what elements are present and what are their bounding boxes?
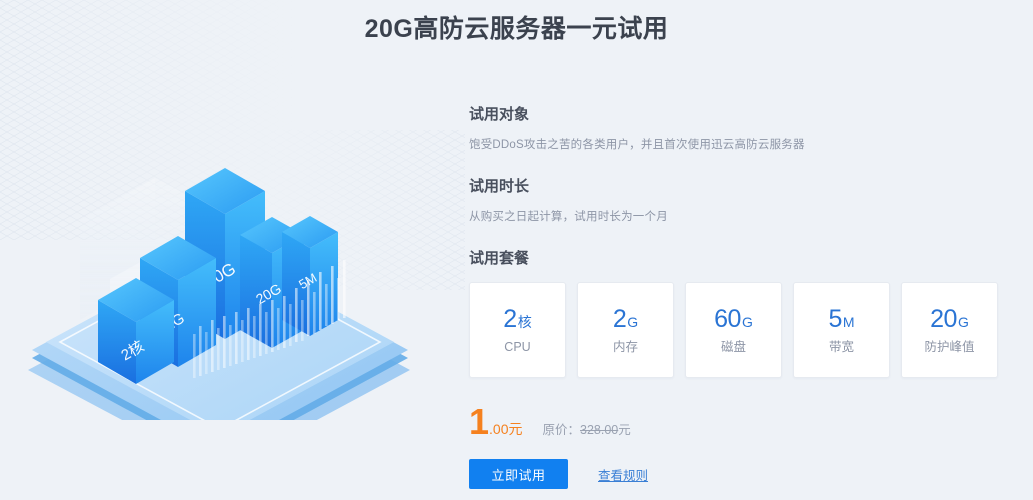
view-rules-link[interactable]: 查看规则 <box>598 465 648 484</box>
spec-number: 2 <box>503 304 517 333</box>
spec-number: 20 <box>930 304 957 333</box>
spec-number: 5 <box>828 304 842 333</box>
page-title: 20G高防云服务器一元试用 <box>364 15 669 43</box>
duration-description: 从购买之日起计算，试用时长为一个月 <box>469 211 668 223</box>
package-section: 试用套餐 2 核 CPU 2 G 内存 60 G 磁盘 5 M 带宽 20 G 防护峰值 <box>469 248 1009 378</box>
spec-unit: G <box>741 313 753 330</box>
spec-card[interactable]: 2 G 内存 <box>577 282 674 378</box>
original-price-suffix: 元 <box>618 423 631 437</box>
price-decimals: .00元 <box>489 421 523 437</box>
spec-value: 2G <box>612 304 639 333</box>
duration-section: 试用时长 从购买之日起计算，试用时长为一个月 <box>469 176 1009 226</box>
price-row: 1 .00元 原价：328.00元 <box>469 404 1009 440</box>
package-heading: 试用套餐 <box>469 250 530 267</box>
original-price-value: 328.00 <box>580 423 619 437</box>
spec-value: 20 G <box>930 304 969 333</box>
spec-unit: G <box>627 313 639 330</box>
try-now-button[interactable]: 立即试用 <box>469 459 568 489</box>
bar-2core: 2核 <box>98 278 174 384</box>
spec-card[interactable]: 5 M 带宽 <box>793 282 890 378</box>
spec-value: 5M <box>828 304 855 333</box>
spec-number: 2 <box>612 304 627 333</box>
spec-unit: 核 <box>517 313 532 330</box>
spec-number: 60 <box>714 304 741 333</box>
isometric-bar-chart-illustration: 60G 20G 5M 2G 2核 <box>28 168 410 420</box>
spec-label: 带宽 <box>828 339 854 354</box>
spec-label: 内存 <box>612 339 638 354</box>
spec-unit: M <box>842 313 855 330</box>
info-column: 试用对象 饱受DDoS攻击之苦的各类用户，并且首次使用迅云高防云服务器 试用时长… <box>469 104 1009 489</box>
price-amount: 1 <box>469 401 489 442</box>
spec-value: 60 G <box>714 304 753 333</box>
spec-card[interactable]: 60 G 磁盘 <box>685 282 782 378</box>
duration-heading: 试用时长 <box>469 178 530 195</box>
spec-label: 防护峰值 <box>924 339 975 354</box>
original-price-prefix: 原价： <box>542 423 581 437</box>
audience-section: 试用对象 饱受DDoS攻击之苦的各类用户，并且首次使用迅云高防云服务器 <box>469 104 1009 154</box>
spec-value: 2核 <box>503 304 532 333</box>
spec-card[interactable]: 20 G 防护峰值 <box>901 282 998 378</box>
spec-label: 磁盘 <box>720 339 746 354</box>
spec-card-row: 2 核 CPU 2 G 内存 60 G 磁盘 5 M 带宽 20 G 防护峰值 <box>469 282 1009 378</box>
spec-label: CPU <box>504 339 531 354</box>
audience-heading: 试用对象 <box>469 106 530 123</box>
spec-card[interactable]: 2 核 CPU <box>469 282 566 378</box>
audience-description: 饱受DDoS攻击之苦的各类用户，并且首次使用迅云高防云服务器 <box>469 139 805 151</box>
spec-unit: G <box>957 313 969 330</box>
cta-row: 立即试用 查看规则 <box>469 459 1009 489</box>
original-price: 原价：328.00元 <box>543 419 631 438</box>
